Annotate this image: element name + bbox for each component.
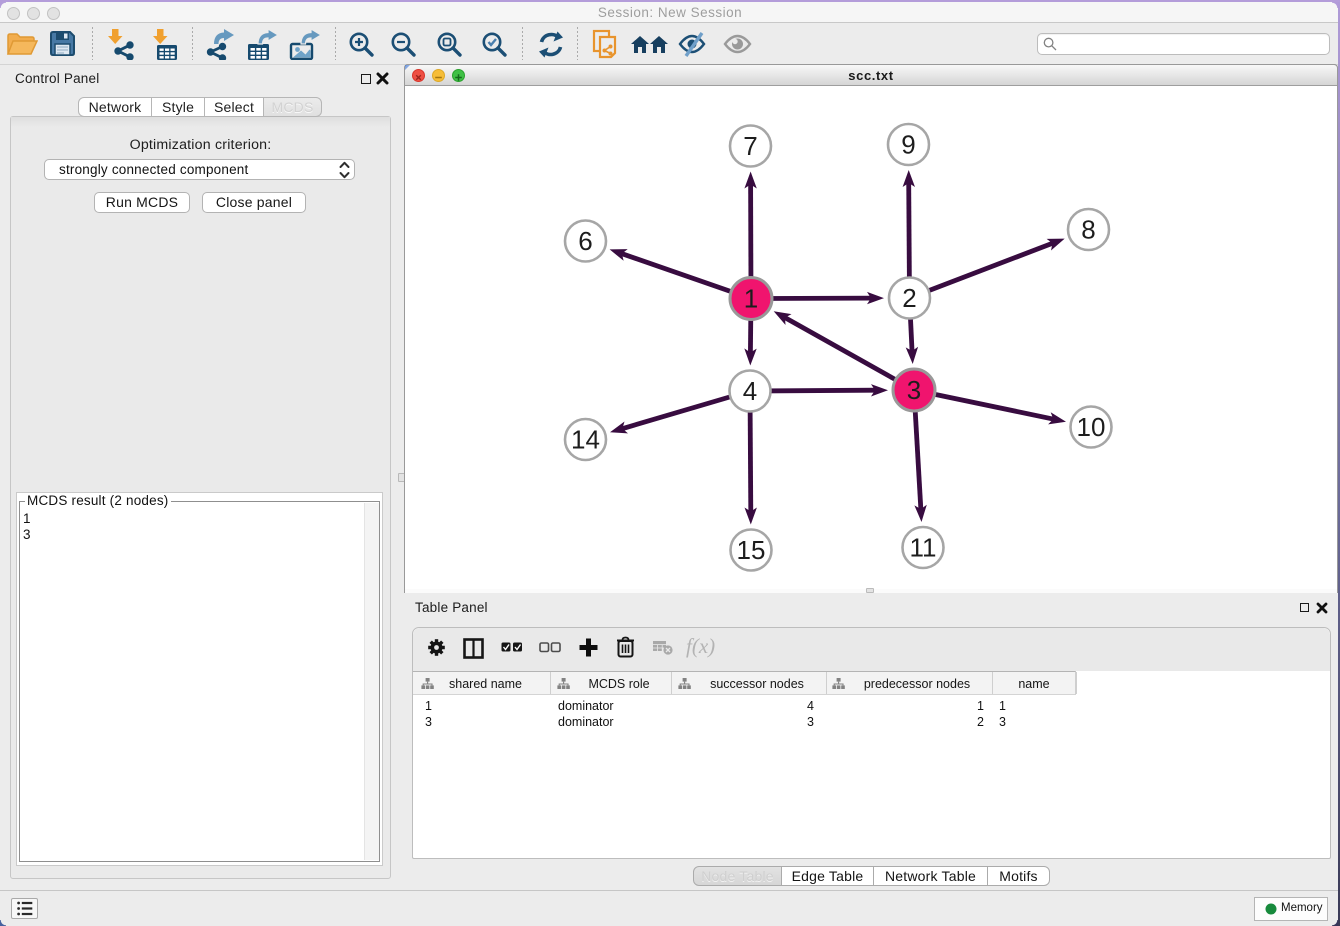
svg-text:8: 8 <box>1081 215 1095 245</box>
svg-text:2: 2 <box>902 283 916 313</box>
svg-text:4: 4 <box>743 376 757 406</box>
svg-text:7: 7 <box>743 131 757 161</box>
svg-text:11: 11 <box>910 533 937 563</box>
svg-text:3: 3 <box>907 375 921 405</box>
svg-text:10: 10 <box>1077 412 1106 442</box>
svg-text:15: 15 <box>737 535 766 565</box>
svg-text:9: 9 <box>901 130 915 160</box>
svg-text:14: 14 <box>571 425 600 455</box>
svg-text:6: 6 <box>578 226 592 256</box>
svg-text:1: 1 <box>744 284 758 314</box>
